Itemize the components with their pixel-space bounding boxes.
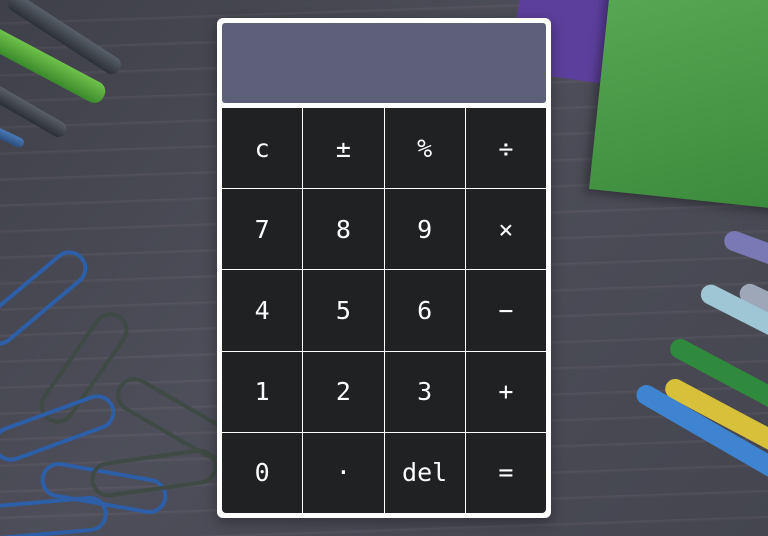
percent-key[interactable]: %	[384, 108, 465, 189]
digit-8-key[interactable]: 8	[303, 189, 384, 270]
calculator-display	[222, 23, 546, 103]
green-sticky-note	[589, 0, 768, 210]
decimal-point-key[interactable]: ·	[303, 432, 384, 513]
digit-2-key[interactable]: 2	[303, 351, 384, 432]
equals-key[interactable]: =	[465, 432, 546, 513]
digit-7-key[interactable]: 7	[222, 189, 303, 270]
digit-6-key[interactable]: 6	[384, 270, 465, 351]
digit-5-key[interactable]: 5	[303, 270, 384, 351]
digit-3-key[interactable]: 3	[384, 351, 465, 432]
multiply-key[interactable]: ×	[465, 189, 546, 270]
keypad: c ±% ÷ 7 8 9 × 4 5 6− 1 2 3 +0 · del =	[222, 108, 546, 513]
plus-minus-key[interactable]: ±	[303, 108, 384, 189]
clear-key[interactable]: c	[222, 108, 303, 189]
subtract-key[interactable]: −	[465, 270, 546, 351]
divide-key[interactable]: ÷	[465, 108, 546, 189]
digit-9-key[interactable]: 9	[384, 189, 465, 270]
delete-key[interactable]: del	[384, 432, 465, 513]
digit-0-key[interactable]: 0	[222, 432, 303, 513]
calculator: c ±% ÷ 7 8 9 × 4 5 6− 1 2 3 +0 · del =	[217, 18, 551, 518]
digit-1-key[interactable]: 1	[222, 351, 303, 432]
digit-4-key[interactable]: 4	[222, 270, 303, 351]
add-key[interactable]: +	[465, 351, 546, 432]
